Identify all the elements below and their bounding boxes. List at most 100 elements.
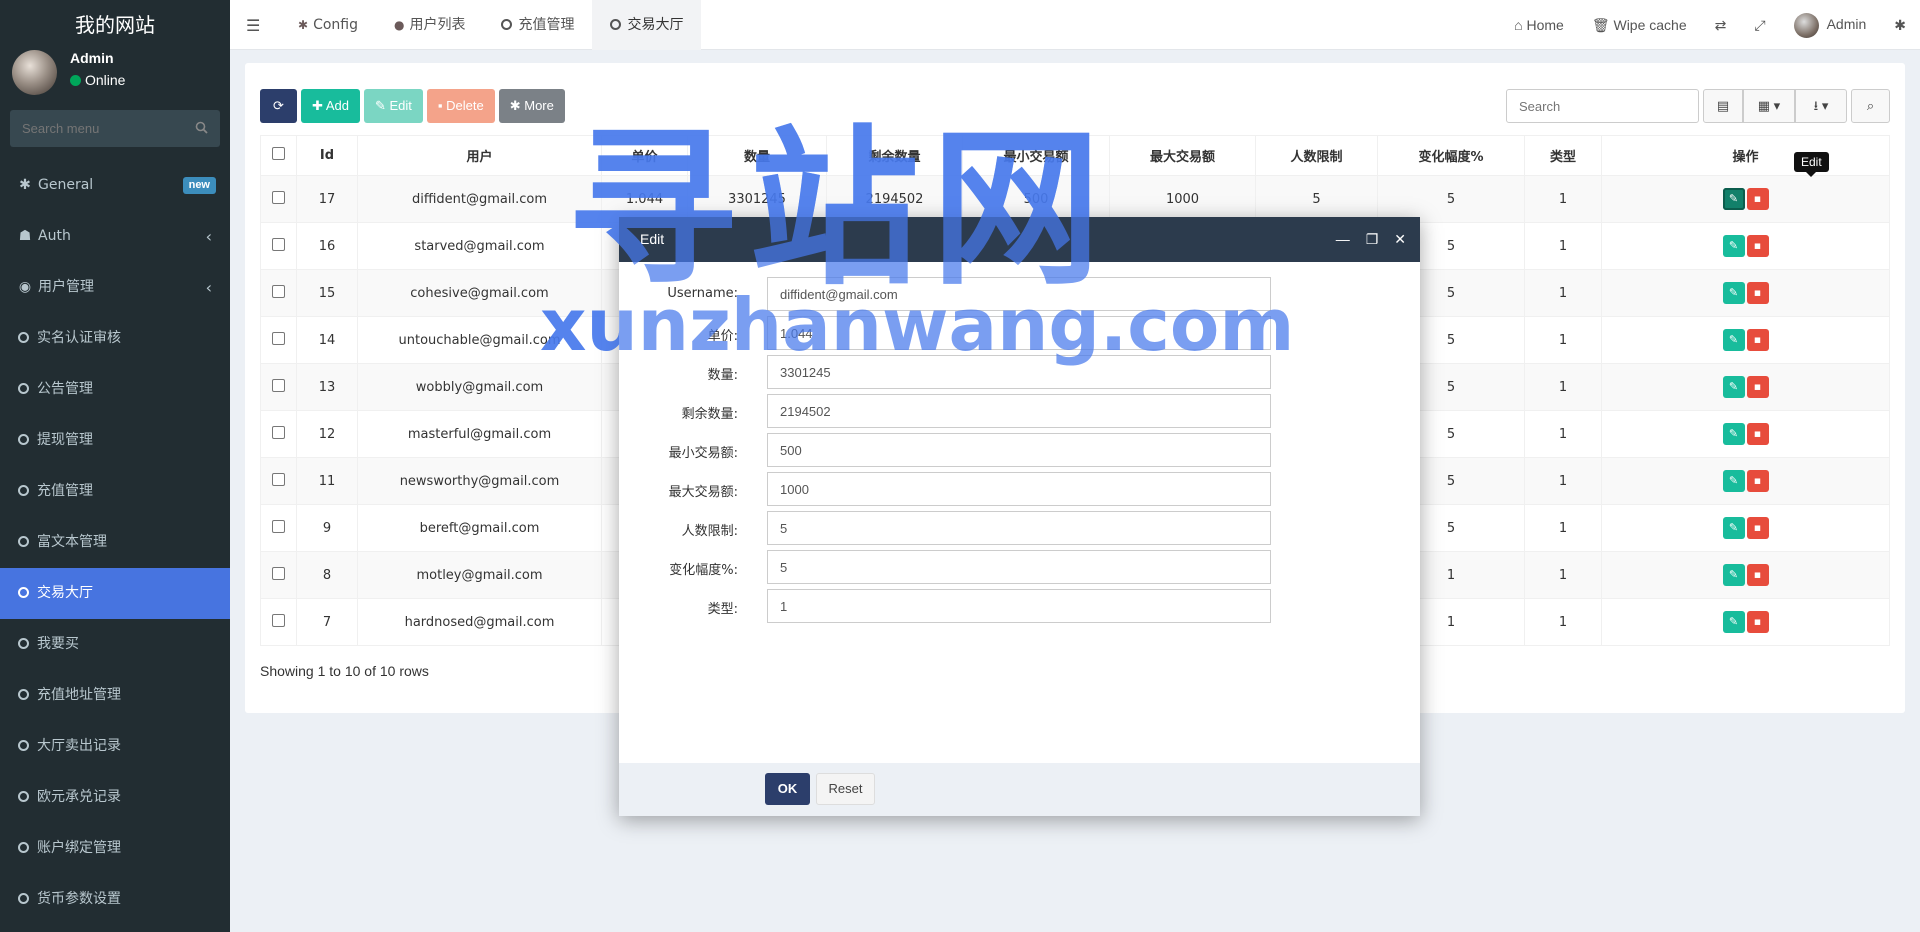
col-header[interactable]: 类型: [1524, 135, 1602, 176]
row-edit-button[interactable]: ✎: [1722, 376, 1745, 398]
row-checkbox[interactable]: [272, 237, 285, 251]
more-button[interactable]: ✱ More: [498, 89, 565, 123]
sidebar-item-2[interactable]: ◉ 用户管理 ‹: [0, 262, 230, 313]
row-checkbox[interactable]: [272, 472, 285, 486]
field-input[interactable]: [767, 355, 1271, 389]
row-delete-button[interactable]: ▪: [1746, 564, 1769, 586]
row-edit-button[interactable]: ✎: [1722, 423, 1745, 445]
row-edit-button[interactable]: ✎: [1722, 517, 1745, 539]
tab-trading-hall[interactable]: 交易大厅: [592, 0, 702, 50]
row-actions: ✎ ▪: [1601, 316, 1890, 364]
row-checkbox[interactable]: [272, 613, 285, 627]
row-checkbox[interactable]: [272, 190, 285, 204]
toggle-view-button[interactable]: ▤: [1703, 89, 1743, 123]
row-edit-button[interactable]: ✎: [1722, 564, 1745, 586]
row-delete-button[interactable]: ▪: [1746, 235, 1769, 257]
row-delete-button[interactable]: ▪: [1746, 470, 1769, 492]
col-header[interactable]: 最大交易额: [1109, 135, 1256, 176]
row-delete-button[interactable]: ▪: [1746, 188, 1769, 210]
row-edit-button[interactable]: ✎: [1722, 329, 1745, 351]
col-header[interactable]: Id: [296, 135, 358, 176]
row-delete-button[interactable]: ▪: [1746, 517, 1769, 539]
hamburger-menu-icon[interactable]: ☰: [246, 16, 260, 36]
row-delete-button[interactable]: ▪: [1746, 376, 1769, 398]
row-edit-button[interactable]: ✎: [1722, 188, 1745, 210]
sidebar-item-1[interactable]: ☗ Auth ‹: [0, 211, 230, 262]
select-all-checkbox[interactable]: [272, 147, 285, 160]
row-checkbox[interactable]: [272, 331, 285, 345]
col-header[interactable]: 剩余数量: [826, 135, 963, 176]
refresh-button[interactable]: ⟳: [260, 89, 297, 123]
wipe-cache-link[interactable]: 🗑︎ Wipe cache: [1578, 17, 1701, 34]
sidebar-item-3[interactable]: 实名认证审核: [0, 313, 230, 364]
row-checkbox[interactable]: [272, 425, 285, 439]
table-search-input[interactable]: [1506, 89, 1699, 123]
close-icon[interactable]: ✕: [1394, 217, 1406, 262]
translate-icon[interactable]: ⇄: [1701, 17, 1741, 34]
columns-button[interactable]: ▦ ▾: [1743, 89, 1795, 123]
row-checkbox[interactable]: [272, 284, 285, 298]
gears-icon[interactable]: ✱: [1880, 17, 1920, 34]
export-button[interactable]: ⭳ ▾: [1795, 89, 1847, 123]
sidebar-item-4[interactable]: 公告管理: [0, 364, 230, 415]
sidebar-item-14[interactable]: 货币参数设置: [0, 874, 230, 925]
row-select-cell: [260, 175, 297, 223]
row-edit-button[interactable]: ✎: [1722, 235, 1745, 257]
row-edit-button[interactable]: ✎: [1722, 282, 1745, 304]
col-header[interactable]: 最小交易额: [962, 135, 1110, 176]
row-checkbox[interactable]: [272, 519, 285, 533]
row-edit-button[interactable]: ✎: [1722, 470, 1745, 492]
sidebar-item-13[interactable]: 账户绑定管理: [0, 823, 230, 874]
row-delete-button[interactable]: ▪: [1746, 282, 1769, 304]
field-input[interactable]: [767, 277, 1271, 311]
maximize-icon[interactable]: ❐: [1366, 217, 1379, 262]
field-input[interactable]: [767, 394, 1271, 428]
col-header[interactable]: 变化幅度%: [1377, 135, 1525, 176]
sidebar-item-8[interactable]: 交易大厅: [0, 568, 230, 619]
row-delete-button[interactable]: ▪: [1746, 611, 1769, 633]
col-header[interactable]: 单价: [601, 135, 688, 176]
tab-recharge[interactable]: 充值管理: [483, 0, 592, 50]
sidebar-item-10[interactable]: 充值地址管理: [0, 670, 230, 721]
row-delete-button[interactable]: ▪: [1746, 423, 1769, 445]
add-button[interactable]: ✚ Add: [301, 89, 360, 123]
field-input[interactable]: [767, 433, 1271, 467]
field-input[interactable]: [767, 472, 1271, 506]
ok-button[interactable]: OK: [765, 773, 810, 805]
edit-button[interactable]: ✎ Edit: [363, 89, 423, 123]
menu-search-input[interactable]: [10, 110, 190, 147]
sidebar-item-11[interactable]: 大厅卖出记录: [0, 721, 230, 772]
home-link[interactable]: ⌂ Home: [1500, 17, 1578, 33]
sidebar-item-label: 富文本管理: [37, 534, 107, 550]
row-checkbox[interactable]: [272, 378, 285, 392]
sidebar-item-12[interactable]: 欧元承兑记录: [0, 772, 230, 823]
field-label: 剩余数量:: [681, 407, 738, 422]
row-checkbox[interactable]: [272, 566, 285, 580]
field-input[interactable]: [767, 316, 1271, 350]
field-input[interactable]: [767, 511, 1271, 545]
col-header[interactable]: 用户: [357, 135, 602, 176]
tab-user-list[interactable]: ● 用户列表: [376, 0, 483, 50]
advanced-search-button[interactable]: ⌕: [1851, 89, 1890, 123]
site-logo[interactable]: 我的网站: [0, 0, 230, 50]
sidebar-item-7[interactable]: 富文本管理: [0, 517, 230, 568]
admin-menu[interactable]: Admin: [1780, 12, 1881, 38]
fullscreen-icon[interactable]: ⤢: [1740, 17, 1779, 34]
reset-button[interactable]: Reset: [816, 773, 875, 805]
download-icon: ⭳ ▾: [1813, 98, 1829, 113]
sidebar-item-0[interactable]: ✱ General new: [0, 160, 230, 211]
row-edit-button[interactable]: ✎: [1722, 611, 1745, 633]
sidebar-item-9[interactable]: 我要买: [0, 619, 230, 670]
sidebar-item-5[interactable]: 提现管理: [0, 415, 230, 466]
sidebar-item-6[interactable]: 充值管理: [0, 466, 230, 517]
search-icon[interactable]: [195, 121, 208, 137]
delete-button[interactable]: ▪ Delete: [426, 89, 495, 123]
tab-config[interactable]: ✱ Config: [280, 0, 376, 50]
minimize-icon[interactable]: —: [1336, 217, 1350, 262]
row-delete-button[interactable]: ▪: [1746, 329, 1769, 351]
col-header[interactable]: 人数限制: [1255, 135, 1378, 176]
col-header[interactable]: 数量: [687, 135, 827, 176]
field-input[interactable]: [767, 589, 1271, 623]
field-input[interactable]: [767, 550, 1271, 584]
table-row[interactable]: 17 diffident@gmail.com 1.044 3301245 2194502…: [260, 175, 1890, 223]
